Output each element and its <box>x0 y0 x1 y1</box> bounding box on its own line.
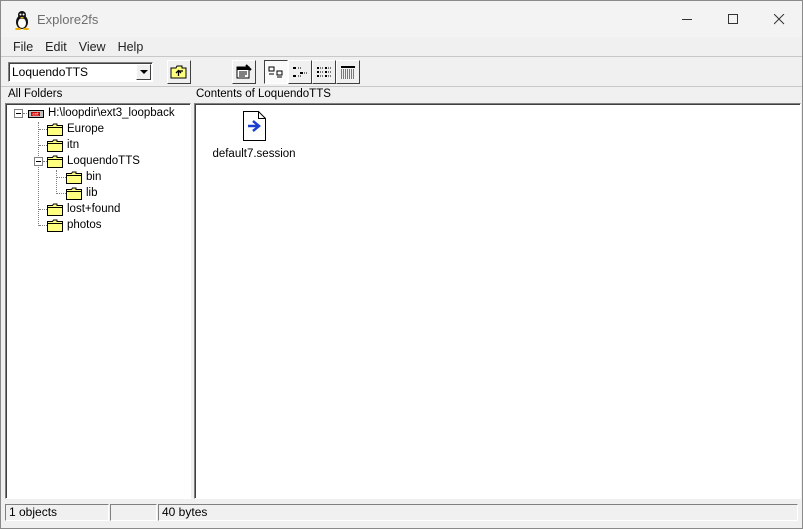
list-view-icon <box>317 67 331 77</box>
tree-item-bin[interactable]: bin <box>66 169 101 185</box>
tree-item-lost-found[interactable]: lost+found <box>47 201 120 217</box>
file-name: default7.session <box>212 148 296 160</box>
folder-combo-value: LoquendoTTS <box>12 65 89 79</box>
tree-label-root: H:\loopdir\ext3_loopback <box>48 107 175 119</box>
tree-label-bin: bin <box>86 171 102 183</box>
folder-icon <box>66 171 82 184</box>
drive-icon: ext <box>28 110 44 118</box>
properties-icon <box>236 64 252 79</box>
tree-line <box>39 225 47 226</box>
penguin-icon <box>15 11 29 30</box>
folder-icon <box>47 123 63 136</box>
folder-icon <box>47 203 63 216</box>
menu-view[interactable]: View <box>73 38 112 56</box>
svg-text:ext: ext <box>32 112 39 117</box>
open-folder-icon <box>47 155 63 168</box>
chevron-down-icon <box>139 69 148 74</box>
file-item[interactable]: default7.session <box>209 110 299 160</box>
tree-item-photos[interactable]: photos <box>47 217 102 233</box>
large-icons-icon <box>268 66 283 78</box>
tree-line <box>39 129 47 130</box>
folder-icon <box>47 139 63 152</box>
tree-line <box>56 170 57 194</box>
menu-bar: File Edit View Help <box>1 37 802 56</box>
tree-line <box>38 122 39 226</box>
menu-file[interactable]: File <box>7 38 39 56</box>
minus-icon <box>36 161 41 162</box>
minus-icon <box>16 113 21 114</box>
tree-label-lost-found: lost+found <box>67 203 121 215</box>
tree-label-lib: lib <box>86 187 98 199</box>
up-folder-icon <box>170 65 187 79</box>
menu-help[interactable]: Help <box>112 38 150 56</box>
combo-dropdown-button[interactable] <box>136 64 151 80</box>
properties-button[interactable] <box>232 60 256 84</box>
tree-label-photos: photos <box>67 219 102 231</box>
tree-collapse-loquendotts[interactable] <box>34 157 43 166</box>
up-folder-button[interactable] <box>167 60 191 84</box>
tree-line <box>57 193 66 194</box>
status-bar: 1 objects 40 bytes <box>1 503 802 528</box>
window-title: Explore2fs <box>37 12 99 27</box>
menu-edit[interactable]: Edit <box>39 38 73 56</box>
tree-item-root[interactable]: ext H:\loopdir\ext3_loopback <box>28 105 175 121</box>
app-window: Explore2fs File Edit View Help LoquendoT… <box>0 0 803 529</box>
close-button[interactable] <box>756 1 802 37</box>
close-icon <box>773 13 784 24</box>
folder-tree[interactable]: ext H:\loopdir\ext3_loopback Europe itn … <box>5 103 191 499</box>
view-large-icons-button[interactable] <box>264 60 288 84</box>
status-size: 40 bytes <box>158 504 798 521</box>
tree-line <box>39 209 47 210</box>
details-view-icon <box>341 66 355 79</box>
right-pane-header: Contents of LoquendoTTS <box>194 87 801 103</box>
status-empty <box>110 504 157 521</box>
tree-line <box>57 177 66 178</box>
session-file-icon <box>243 111 266 141</box>
tree-label-europe: Europe <box>67 123 105 135</box>
status-objects: 1 objects <box>5 504 109 521</box>
file-list[interactable]: default7.session <box>194 103 801 499</box>
tree-item-europe[interactable]: Europe <box>47 121 104 137</box>
title-bar[interactable]: Explore2fs <box>1 1 802 37</box>
tree-item-itn[interactable]: itn <box>47 137 79 153</box>
view-list-button[interactable] <box>312 60 336 84</box>
folder-icon <box>66 187 82 200</box>
tree-item-lib[interactable]: lib <box>66 185 98 201</box>
folder-icon <box>47 219 63 232</box>
maximize-icon <box>727 13 738 24</box>
tree-label-loquendotts: LoquendoTTS <box>67 155 140 167</box>
folder-combo[interactable]: LoquendoTTS <box>8 62 153 82</box>
tree-collapse-root[interactable] <box>14 109 23 118</box>
minimize-icon <box>681 18 692 20</box>
maximize-button[interactable] <box>710 1 756 37</box>
minimize-button[interactable] <box>664 1 710 37</box>
tree-line <box>39 145 47 146</box>
left-pane-header: All Folders <box>6 87 191 103</box>
view-small-icons-button[interactable] <box>288 60 312 84</box>
tree-label-itn: itn <box>67 139 80 151</box>
view-details-button[interactable] <box>336 60 360 84</box>
tree-item-loquendotts[interactable]: LoquendoTTS <box>47 153 140 169</box>
toolbar: LoquendoTTS <box>1 57 802 86</box>
small-icons-icon <box>293 67 307 77</box>
